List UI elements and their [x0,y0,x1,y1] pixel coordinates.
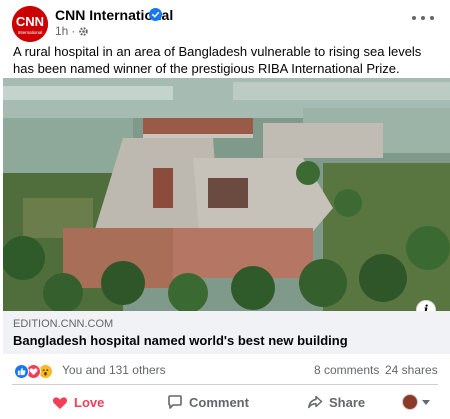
page-avatar[interactable]: CNN International [12,6,48,42]
comment-bubble-icon [168,395,182,409]
link-domain: EDITION.CNN.COM [13,318,114,330]
post-caption: A rural hospital in an area of Banglades… [13,44,422,76]
shares-count[interactable]: 24 shares [385,363,438,377]
post-actions: Love Comment Share [12,388,438,416]
link-preview[interactable]: EDITION.CNN.COM Bangladesh hospital name… [3,311,450,354]
wow-face-icon [42,368,49,375]
avatar-logo-subtext: International [18,30,43,35]
reactions-summary[interactable]: You and 131 others [62,363,166,377]
more-dot-icon [412,16,416,20]
post-image[interactable] [3,78,450,311]
share-button-label: Share [329,394,366,410]
post-time[interactable]: 1h [55,24,68,38]
privacy-gear-icon[interactable] [78,26,89,37]
meta-separator: · [71,24,76,38]
like-icon [14,363,29,379]
actions-divider [12,384,438,385]
comment-button-label: Comment [189,394,249,410]
chevron-down-icon [422,399,430,405]
user-avatar [402,394,418,410]
avatar-logo-text: CNN [16,14,44,29]
link-title: Bangladesh hospital named world's best n… [13,333,348,348]
more-options-button[interactable] [412,12,434,24]
share-arrow-icon [308,395,323,409]
share-button[interactable]: Share [307,388,365,416]
thumb-up-icon [17,367,26,375]
heart-icon [29,367,38,375]
post-meta: 1h · [55,24,89,38]
comment-button[interactable]: Comment [167,388,249,416]
cnn-logo: CNN International [12,6,48,42]
reaction-icons[interactable] [14,363,53,379]
reaction-profile-selector[interactable] [402,394,430,410]
comments-count[interactable]: 8 comments [314,363,379,377]
post-card: CNN International CNN International 1h ·… [0,0,450,419]
love-heart-icon [52,396,68,409]
love-button[interactable]: Love [52,388,104,416]
verified-badge-icon [149,8,162,21]
more-dot-icon [421,16,425,20]
more-dot-icon [430,16,434,20]
love-button-label: Love [74,394,105,410]
hospital-aerial-photo [3,78,450,311]
